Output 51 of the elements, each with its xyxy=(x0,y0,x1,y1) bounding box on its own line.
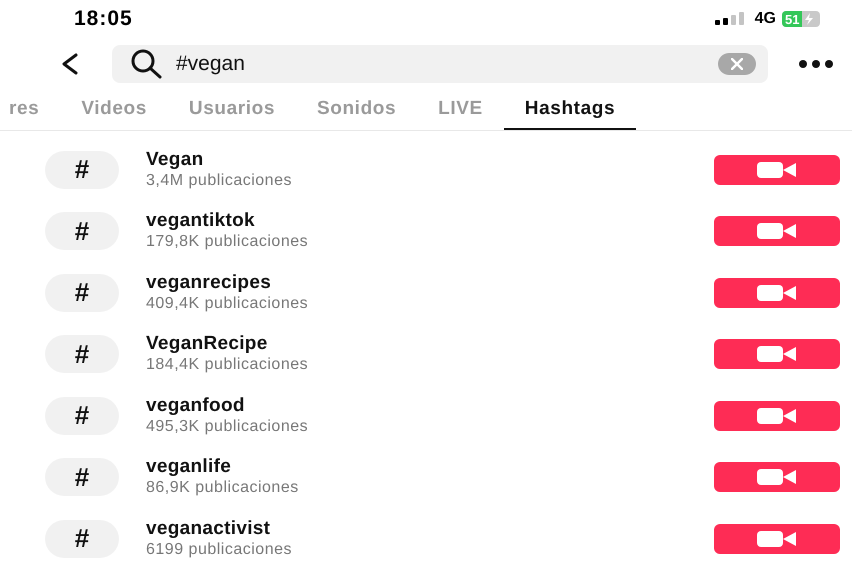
record-button[interactable] xyxy=(714,278,840,308)
hashtag-name: Vegan xyxy=(146,148,204,171)
tab[interactable]: LIVE xyxy=(417,90,504,130)
tab[interactable]: Hashtags xyxy=(504,90,636,130)
record-button[interactable] xyxy=(714,216,840,246)
post-count: 184,4K publicaciones xyxy=(146,355,310,376)
search-icon xyxy=(130,49,164,79)
hashtag-name: vegantiktok xyxy=(146,210,256,232)
network-label: 4G xyxy=(754,10,776,28)
record-button[interactable] xyxy=(714,524,840,554)
post-count: 495,3K publicaciones xyxy=(146,416,310,437)
post-count: 409,4K publicaciones xyxy=(146,294,310,314)
more-button[interactable] xyxy=(798,59,834,69)
record-button[interactable] xyxy=(714,400,840,431)
clock-time: 18:05 xyxy=(74,7,133,31)
video-camera-icon xyxy=(757,284,797,302)
video-camera-icon xyxy=(757,530,797,548)
post-count: 179,8K publicaciones xyxy=(146,232,310,252)
video-camera-icon xyxy=(757,160,797,179)
search-input[interactable]: #vegan xyxy=(174,51,718,77)
video-camera-icon xyxy=(757,222,797,240)
hashtag-badge: # xyxy=(45,274,119,312)
post-count: 3,4M publicaciones xyxy=(146,170,293,191)
record-button[interactable] xyxy=(714,339,840,370)
hashtag-badge: # xyxy=(45,212,119,250)
record-button[interactable] xyxy=(714,154,840,185)
hashtag-name: veganlife xyxy=(146,456,232,478)
clear-button[interactable] xyxy=(718,53,756,75)
hashtag-badge: # xyxy=(45,458,119,496)
video-camera-icon xyxy=(757,345,797,364)
hashtag-badge: # xyxy=(45,396,119,435)
tab[interactable]: res xyxy=(0,90,60,130)
tab[interactable]: Sonidos xyxy=(296,90,418,130)
close-icon xyxy=(731,58,743,70)
post-count: 86,9K publicaciones xyxy=(146,478,300,498)
video-camera-icon xyxy=(757,468,797,486)
hashtag-badge: # xyxy=(45,335,119,374)
hashtag-name: VeganRecipe xyxy=(146,333,269,356)
hashtag-name: veganfood xyxy=(146,394,246,417)
more-icon xyxy=(798,59,834,69)
hashtag-name: veganactivist xyxy=(146,518,272,540)
hashtag-name: veganrecipes xyxy=(146,272,272,294)
hashtag-badge: # xyxy=(45,150,119,189)
record-button[interactable] xyxy=(714,462,840,492)
tab[interactable]: Videos xyxy=(60,90,168,130)
battery-icon: 51 xyxy=(782,11,820,27)
post-count: 6199 publicaciones xyxy=(146,540,293,560)
search-field[interactable]: #vegan xyxy=(112,45,768,83)
tab[interactable]: Usuarios xyxy=(168,90,296,130)
video-camera-icon xyxy=(757,406,797,425)
hashtag-badge: # xyxy=(45,520,119,558)
